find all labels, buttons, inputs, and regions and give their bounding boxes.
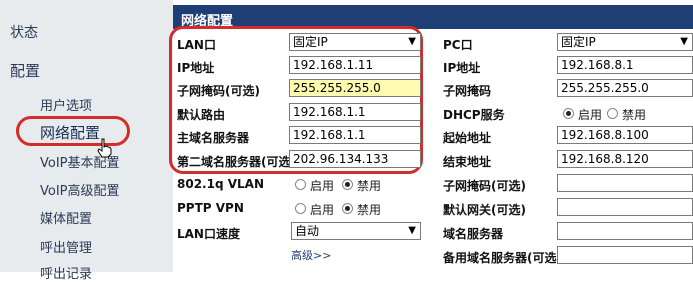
dhcp-gateway-field[interactable] [557, 198, 693, 216]
dropdown-arrow-icon: ▼ [408, 225, 416, 236]
dhcp-gateway-label: 默认网关(可选) [443, 203, 526, 217]
lan-speed-label: LAN口速度 [177, 227, 240, 241]
pptp-disable-label: 禁用 [357, 203, 382, 217]
dhcp-backup-dns-field[interactable] [557, 246, 693, 264]
dhcp-dns-label: 域名服务器 [443, 227, 504, 241]
vlan-label: 802.1q VLAN [177, 177, 264, 191]
sidebar-item-config[interactable]: 配置 [10, 60, 40, 81]
dhcp-disable-radio[interactable] [607, 108, 618, 119]
ip-address-field[interactable]: 192.168.1.11 [289, 56, 421, 74]
vlan-enable-label: 启用 [310, 179, 335, 193]
sidebar-item-user-options[interactable]: 用户选项 [40, 95, 92, 114]
secondary-dns-label: 第二域名服务器(可选) [177, 155, 296, 169]
lan-speed-select[interactable]: 自动 ▼ [291, 222, 421, 240]
pc-ip-field[interactable]: 192.168.8.1 [557, 56, 693, 74]
dhcp-disable-label: 禁用 [622, 108, 647, 122]
subnet-mask-label: 子网掩码(可选) [177, 84, 260, 98]
pc-port-label: PC口 [443, 38, 473, 52]
advanced-link[interactable]: 高级>> [291, 247, 331, 263]
dropdown-arrow-icon: ▼ [680, 36, 688, 47]
dhcp-mask-field[interactable] [557, 174, 693, 192]
main-panel: 网络配置 LAN口 固定IP ▼ IP地址 192.168.1.11 子网掩码(… [169, 0, 693, 272]
pc-mask-field[interactable]: 255.255.255.0 [557, 79, 693, 97]
pptp-enable-label: 启用 [310, 203, 335, 217]
sidebar-item-media-config[interactable]: 媒体配置 [40, 208, 92, 227]
sidebar-item-call-log[interactable]: 呼出记录 [40, 263, 92, 282]
dhcp-enable-radio[interactable] [563, 108, 574, 119]
primary-dns-label: 主域名服务器 [177, 131, 250, 145]
ip-address-label: IP地址 [177, 61, 215, 75]
lan-speed-value: 自动 [295, 224, 320, 238]
hand-cursor-icon [97, 138, 112, 158]
pptp-disable-radio[interactable] [342, 203, 353, 214]
dhcp-mask-label: 子网掩码(可选) [443, 179, 526, 193]
lan-port-label: LAN口 [177, 38, 216, 52]
sidebar-item-call-management[interactable]: 呼出管理 [40, 237, 92, 256]
primary-dns-field[interactable]: 192.168.1.1 [289, 126, 421, 144]
start-address-field[interactable]: 192.168.8.100 [557, 126, 693, 144]
pc-port-select[interactable]: 固定IP ▼ [557, 33, 693, 51]
lan-port-value: 固定IP [293, 35, 328, 49]
vlan-disable-label: 禁用 [357, 179, 382, 193]
default-route-label: 默认路由 [177, 108, 226, 122]
pc-ip-label: IP地址 [443, 61, 481, 75]
dhcp-enable-label: 启用 [578, 108, 603, 122]
end-address-label: 结束地址 [443, 155, 492, 169]
subnet-mask-field[interactable]: 255.255.255.0 [289, 79, 421, 97]
dropdown-arrow-icon: ▼ [408, 36, 416, 47]
pc-mask-label: 子网掩码 [443, 84, 492, 98]
default-route-field[interactable]: 192.168.1.1 [289, 103, 421, 121]
dhcp-dns-field[interactable] [557, 222, 693, 240]
start-address-label: 起始地址 [443, 131, 492, 145]
lan-port-select[interactable]: 固定IP ▼ [289, 33, 421, 51]
vlan-disable-radio[interactable] [342, 179, 353, 190]
sidebar-item-status[interactable]: 状态 [10, 22, 38, 42]
dhcp-backup-dns-label: 备用域名服务器(可选) [443, 251, 562, 265]
end-address-field[interactable]: 192.168.8.120 [557, 150, 693, 168]
sidebar: 状态 配置 用户选项 网络配置 VoIP基本配置 VoIP高级配置 媒体配置 呼… [0, 0, 173, 282]
pptp-label: PPTP VPN [177, 201, 244, 215]
vlan-enable-radio[interactable] [295, 179, 306, 190]
dhcp-label: DHCP服务 [443, 108, 505, 122]
pc-port-value: 固定IP [561, 35, 596, 49]
secondary-dns-field[interactable]: 202.96.134.133 [289, 150, 421, 168]
pptp-enable-radio[interactable] [295, 203, 306, 214]
sidebar-item-voip-advanced[interactable]: VoIP高级配置 [40, 180, 120, 199]
